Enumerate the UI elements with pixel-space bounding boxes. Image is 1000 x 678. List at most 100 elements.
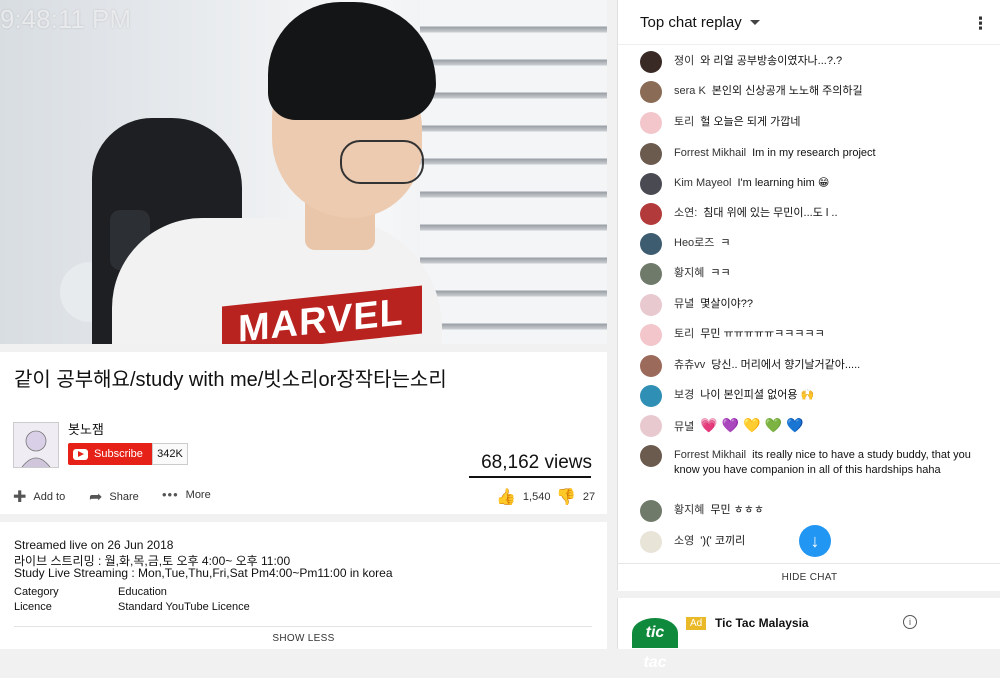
chat-text: 무민 ㅠㅠㅠㅠㅠㅋㅋㅋㅋㅋ [700, 328, 825, 340]
chat-text: 침대 위에 있는 무민이...도 l .. [703, 207, 838, 219]
chat-message: 뮤녈 몇살이야?? [640, 294, 980, 316]
chat-avatar [640, 81, 662, 103]
dislike-button[interactable]: 👎 27 [556, 487, 595, 507]
more-button[interactable]: ••• More [162, 487, 211, 502]
plus-icon: ✚ [13, 489, 27, 506]
chat-text: 당신.. 머리에서 향기날거같아..... [711, 359, 861, 371]
chat-message: 토리 무민 ㅠㅠㅠㅠㅠㅋㅋㅋㅋㅋ [640, 324, 980, 346]
chevron-down-icon [749, 20, 760, 25]
chat-avatar [640, 51, 662, 73]
chat-text: 나이 본인피셜 없어용 🙌 [700, 389, 815, 401]
chat-text: Im in my research project [752, 147, 876, 159]
chat-text: ')(' 코끼리 [700, 535, 746, 547]
chat-author: Forrest Mikhail [674, 147, 747, 159]
chat-message: 츄츄vv 당신.. 머리에서 향기날거같아..... [640, 355, 980, 377]
share-button[interactable]: ➦ Share [89, 487, 139, 507]
category-label: Category [14, 586, 59, 598]
like-button[interactable]: 👍 1,540 [496, 487, 550, 507]
chat-avatar [640, 173, 662, 195]
sentiment-bar [469, 476, 591, 478]
yellow-heart-icon: 💛 [743, 417, 761, 433]
chat-author: 황지혜 [674, 504, 705, 516]
chat-text: ㅋㅋ [710, 267, 731, 279]
add-to-button[interactable]: ✚ Add to [13, 487, 65, 507]
blue-heart-icon: 💙 [786, 417, 804, 433]
chat-avatar [640, 112, 662, 134]
streamed-date: Streamed live on 26 Jun 2018 [14, 538, 174, 552]
chat-avatar [640, 294, 662, 316]
chat-message: Forrest Mikhail Im in my research project [640, 143, 980, 165]
hide-chat-button[interactable]: HIDE CHAT [618, 563, 1000, 591]
chat-message: Kim Mayeol I'm learning him 😁 [640, 173, 980, 195]
subscribe-button[interactable]: Subscribe [68, 443, 152, 465]
chat-author: Kim Mayeol [674, 177, 732, 189]
tictac-logo: tic tac [632, 618, 678, 671]
chat-message: Forrest Mikhail its really nice to have a… [640, 445, 980, 478]
chat-message: 토리 헐 오늘은 되게 가깝네 [640, 112, 980, 134]
chat-text: 본인외 신상공개 노노해 주의하길 [711, 85, 863, 97]
chat-avatar [640, 233, 662, 255]
chat-author: Forrest Mikhail [674, 449, 747, 461]
chat-avatar [640, 203, 662, 225]
chat-author: 뮤녈 [674, 298, 695, 310]
chat-author: 토리 [674, 328, 695, 340]
chat-avatar [640, 415, 662, 437]
chat-message: 황지혜 무민 ㅎㅎㅎ [640, 500, 980, 522]
channel-avatar[interactable] [13, 422, 59, 468]
chat-message: 뮤녈 💗 💜 💛 💚 💙 [640, 415, 980, 437]
chat-avatar [640, 355, 662, 377]
chat-message: 황지혜 ㅋㅋ [640, 263, 980, 285]
video-player[interactable]: MARVEL 9:48:11 PM [0, 0, 607, 344]
thumbs-down-icon: 👎 [556, 489, 576, 506]
licence-label: Licence [14, 601, 52, 613]
chat-text: I'm learning him 😁 [737, 177, 830, 189]
like-count: 1,540 [522, 491, 551, 503]
chat-message: sera K 본인외 신상공개 노노해 주의하길 [640, 81, 980, 103]
scroll-down-arrow-icon[interactable]: ↓ [799, 525, 831, 557]
info-icon[interactable]: i [903, 615, 917, 629]
sidebar-ad[interactable]: tic tac Ad Tic Tac Malaysia i [617, 598, 1000, 671]
chat-author: 츄츄vv [674, 359, 706, 371]
chat-text: ㅋ [720, 237, 731, 249]
channel-name[interactable]: 봇노잼 [68, 419, 104, 438]
person-hair [268, 2, 436, 120]
more-dots-icon: ••• [162, 487, 179, 502]
video-title: 같이 공부해요/study with me/빗소리or장작타는소리 [14, 369, 447, 391]
ad-title[interactable]: Tic Tac Malaysia [715, 616, 809, 630]
chat-text: 와 리얼 공부방송이였자나...?.? [700, 55, 843, 67]
chat-hearts: 💗 💜 💛 💚 💙 [700, 418, 807, 433]
chat-text: 무민 ㅎㅎㅎ [710, 504, 765, 516]
chat-author: 소연: [674, 207, 698, 219]
category-value[interactable]: Education [118, 586, 167, 598]
share-arrow-icon: ➦ [89, 489, 103, 506]
description-divider [14, 626, 592, 627]
view-count: 68,162 views [481, 452, 592, 473]
video-description: Streamed live on 26 Jun 2018 라이브 스트리밍 : … [0, 522, 607, 649]
chat-author: 소영 [674, 535, 695, 547]
chat-text: 몇살이야?? [700, 298, 753, 310]
chat-mode-dropdown[interactable]: Top chat replay [640, 14, 760, 31]
chat-text: 헐 오늘은 되게 가깝네 [700, 116, 801, 128]
subscribe-label: Subscribe [94, 448, 143, 460]
chat-author: 졍이 [674, 55, 695, 67]
chat-message: 보경 나이 본인피셜 없어용 🙌 [640, 385, 980, 407]
window-blinds [420, 0, 607, 344]
chat-author: 황지혜 [674, 267, 705, 279]
add-to-label: Add to [33, 491, 66, 503]
chat-avatar [640, 531, 662, 553]
chat-avatar [640, 263, 662, 285]
chat-menu-icon[interactable]: ⋮ [972, 14, 989, 34]
chat-avatar [640, 143, 662, 165]
ad-badge: Ad [686, 617, 707, 630]
green-heart-icon: 💚 [764, 417, 782, 433]
purple-heart-icon: 💜 [721, 417, 740, 433]
chat-author: 뮤녈 [674, 421, 695, 433]
chat-avatar [640, 500, 662, 522]
chat-message: 소연: 침대 위에 있는 무민이...도 l .. [640, 203, 980, 225]
video-clock-overlay: 9:48:11 PM [0, 4, 132, 34]
show-less-button[interactable]: SHOW LESS [0, 633, 607, 644]
share-label: Share [109, 491, 139, 503]
chat-header-divider [618, 44, 1000, 45]
chat-avatar [640, 445, 662, 467]
pink-heart-icon: 💗 [700, 417, 718, 433]
